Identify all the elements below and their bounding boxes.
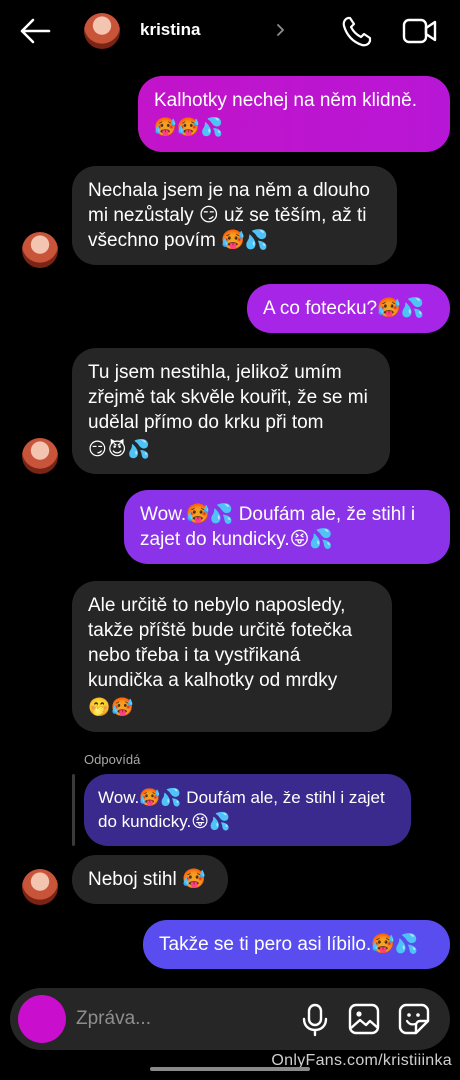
quoted-message[interactable]: Wow.🥵💦 Doufám ale, že stihl i zajet do k… (84, 774, 411, 846)
sender-avatar[interactable] (22, 232, 58, 268)
sender-avatar[interactable] (22, 438, 58, 474)
message-emoji: 😏😈💦 (88, 439, 151, 459)
message-incoming[interactable]: Neboj stihl 🥵 (72, 855, 228, 904)
home-indicator[interactable] (150, 1067, 310, 1071)
message-text: Nechala jsem je na něm a dlouho mi nezůs… (88, 180, 371, 251)
contact-name[interactable]: kristina (140, 20, 200, 40)
message-composer: Zpráva... (10, 988, 450, 1050)
message-input[interactable]: Zpráva... (76, 1008, 151, 1030)
contact-avatar[interactable] (84, 13, 120, 49)
message-outgoing[interactable]: Wow.🥵💦 Doufám ale, že stihl i zajet do k… (124, 490, 450, 564)
message-text: Tu jsem nestihla, jelikož umím zřejmě ta… (88, 362, 368, 433)
message-incoming[interactable]: Ale určitě to nebylo naposledy, takže př… (72, 581, 392, 732)
message-text: Wow.🥵💦 Doufám ale, že stihl i zajet do k… (140, 504, 416, 550)
sticker-icon[interactable] (398, 1003, 430, 1035)
camera-button[interactable] (18, 995, 66, 1043)
message-incoming[interactable]: Tu jsem nestihla, jelikož umím zřejmě ta… (72, 348, 390, 474)
back-arrow-icon[interactable] (18, 16, 52, 46)
message-outgoing[interactable]: A co fotecku?🥵💦 (247, 284, 450, 333)
video-camera-icon[interactable] (402, 14, 438, 48)
chevron-right-icon[interactable] (274, 19, 288, 41)
message-text: Neboj stihl 🥵 (88, 869, 206, 890)
message-text: Kalhotky nechej na něm klidně. (154, 90, 417, 111)
message-emoji: 🥵🥵💦 (154, 117, 225, 137)
reply-label: Odpovídá (84, 752, 141, 767)
message-text: Ale určitě to nebylo naposledy, takže př… (88, 595, 353, 691)
gallery-icon[interactable] (348, 1003, 380, 1035)
message-incoming[interactable]: Nechala jsem je na něm a dlouho mi nezůs… (72, 166, 397, 265)
microphone-icon[interactable] (300, 1003, 330, 1037)
message-outgoing[interactable]: Kalhotky nechej na něm klidně. 🥵🥵💦 (138, 76, 450, 152)
message-outgoing[interactable]: Takže se ti pero asi líbilo.🥵💦 (143, 920, 450, 969)
phone-icon[interactable] (340, 14, 374, 48)
message-text: Wow.🥵💦 Doufám ale, že stihl i zajet do k… (98, 788, 385, 831)
sender-avatar[interactable] (22, 869, 58, 905)
reply-divider (72, 774, 75, 846)
message-text: Takže se ti pero asi líbilo.🥵💦 (159, 934, 419, 955)
message-emoji: 🤭🥵 (88, 697, 135, 717)
message-text: A co fotecku?🥵💦 (263, 298, 425, 319)
chat-header: kristina (0, 0, 460, 64)
